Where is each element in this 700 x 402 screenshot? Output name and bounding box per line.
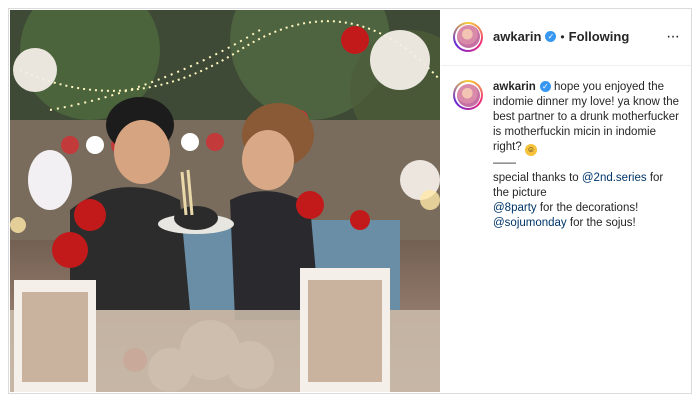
avatar[interactable] bbox=[453, 21, 483, 52]
thanks-prefix: special thanks to bbox=[493, 172, 579, 184]
mention-sojumonday[interactable]: @sojumonday bbox=[493, 217, 567, 229]
caption-username[interactable]: awkarin bbox=[493, 81, 536, 93]
post-side-panel: awkarin ✓ • Following ··· awkarin ✓ hope … bbox=[441, 8, 691, 394]
caption-divider: —— bbox=[493, 157, 516, 169]
post-photo[interactable] bbox=[10, 10, 440, 392]
following-button[interactable]: Following bbox=[569, 29, 630, 44]
caption-avatar[interactable] bbox=[453, 80, 483, 110]
more-options-icon[interactable]: ··· bbox=[666, 28, 680, 46]
mention-8party[interactable]: @8party bbox=[493, 202, 537, 214]
avatar-ring bbox=[455, 23, 481, 50]
photo-scene bbox=[10, 10, 440, 392]
header-separator: • bbox=[560, 29, 565, 44]
party-suffix: for the decorations! bbox=[539, 202, 639, 214]
caption-avatar-ring bbox=[455, 82, 481, 108]
caption-verified-badge-icon: ✓ bbox=[539, 81, 551, 92]
caption-text: awkarin ✓ hope you enjoyed the indomie di… bbox=[493, 80, 679, 231]
post-header: awkarin ✓ • Following ··· bbox=[441, 8, 691, 66]
grinning-emoji-icon: ☺ bbox=[524, 144, 537, 156]
avatar-image bbox=[456, 25, 480, 48]
soju-suffix: for the sojus! bbox=[569, 217, 636, 229]
caption-comment: awkarin ✓ hope you enjoyed the indomie di… bbox=[441, 66, 691, 231]
mention-2nd-series[interactable]: @2nd.series bbox=[582, 172, 647, 184]
header-username[interactable]: awkarin bbox=[493, 29, 541, 44]
caption-avatar-image bbox=[456, 83, 480, 107]
verified-badge-icon: ✓ bbox=[545, 31, 557, 42]
